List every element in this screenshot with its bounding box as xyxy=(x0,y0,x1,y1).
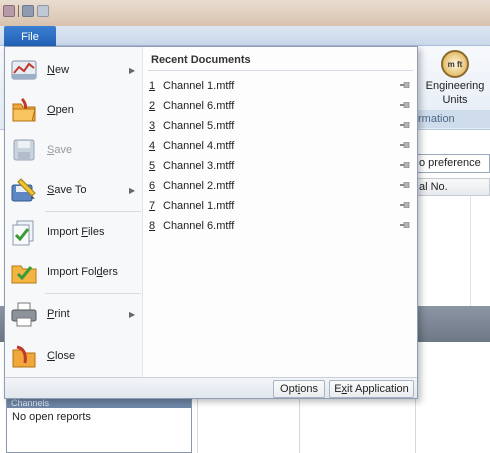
submenu-arrow-icon: ▶ xyxy=(129,185,136,195)
pin-icon[interactable] xyxy=(400,122,410,128)
recent-document-item[interactable]: 8 Channel 6.mtff xyxy=(148,216,412,236)
submenu-arrow-icon: ▶ xyxy=(129,309,136,319)
menu-item-label: Open xyxy=(47,104,74,116)
import-folders-icon xyxy=(11,265,37,284)
channels-panel: Channels No open reports xyxy=(6,398,192,453)
pin-icon[interactable] xyxy=(400,162,410,168)
recent-document-item[interactable]: 7 Channel 1.mtff xyxy=(148,196,412,216)
menu-item-import-files[interactable]: Import Files xyxy=(5,212,143,252)
open-folder-icon xyxy=(12,97,36,122)
save-to-icon xyxy=(11,178,36,202)
recent-document-number: 7 xyxy=(149,200,156,212)
recent-document-number: 6 xyxy=(149,180,156,192)
file-menu: New ▶ Open Save Save To ▶ Import Files I… xyxy=(4,46,418,399)
menu-item-print[interactable]: Print ▶ xyxy=(5,294,143,334)
menu-item-save-to[interactable]: Save To ▶ xyxy=(5,170,143,210)
menu-item-label: Print xyxy=(47,308,70,320)
menu-item-label: Close xyxy=(47,350,76,362)
table-column-header[interactable]: al No. xyxy=(412,178,490,196)
pin-icon[interactable] xyxy=(400,222,410,228)
printer-icon xyxy=(11,302,37,327)
recent-document-number: 1 xyxy=(149,80,156,92)
menu-item-open[interactable]: Open xyxy=(5,90,143,130)
engineering-units-button[interactable]: m ft Engineering Units xyxy=(421,50,489,106)
recent-document-name: Channel 4.mtff xyxy=(163,140,235,152)
recent-document-item[interactable]: 5 Channel 3.mtff xyxy=(148,156,412,176)
recent-document-number: 8 xyxy=(149,220,156,232)
recent-document-number: 5 xyxy=(149,160,156,172)
recent-document-name: Channel 1.mtff xyxy=(163,200,235,212)
options-button[interactable]: Opt i ons xyxy=(273,380,325,398)
menu-item-label: Save To xyxy=(47,184,87,196)
quick-access-toolbar xyxy=(3,5,49,17)
recent-document-name: Channel 2.mtff xyxy=(163,180,235,192)
engineering-units-icon: m ft xyxy=(441,50,469,78)
recent-document-name: Channel 5.mtff xyxy=(163,120,235,132)
recent-document-item[interactable]: 4 Channel 4.mtff xyxy=(148,136,412,156)
panel-title: Channels xyxy=(7,399,191,408)
toolbar-separator xyxy=(18,5,19,17)
new-icon xyxy=(11,60,37,80)
recent-document-number: 2 xyxy=(149,100,156,112)
submenu-arrow-icon: ▶ xyxy=(129,65,136,75)
recent-document-name: Channel 1.mtff xyxy=(163,80,235,92)
file-menu-commands: New ▶ Open Save Save To ▶ Import Files I… xyxy=(5,47,143,377)
grid-line xyxy=(470,196,471,306)
ribbon-group-label: rmation xyxy=(416,110,490,128)
ribbon-tab-strip xyxy=(0,26,490,46)
panel-empty-text: No open reports xyxy=(12,411,91,423)
close-folder-icon xyxy=(12,345,36,368)
pin-icon[interactable] xyxy=(400,142,410,148)
pin-icon[interactable] xyxy=(400,102,410,108)
recent-document-name: Channel 3.mtff xyxy=(163,160,235,172)
menu-item-label: Import Folders xyxy=(47,266,118,278)
pin-icon[interactable] xyxy=(400,202,410,208)
recent-document-item[interactable]: 1 Channel 1.mtff xyxy=(148,76,412,96)
file-tab[interactable]: File xyxy=(4,26,56,47)
menu-item-import-folders[interactable]: Import Folders xyxy=(5,252,143,292)
menu-item-label: New xyxy=(47,64,70,76)
menu-item-close[interactable]: Close xyxy=(5,336,143,376)
engineering-units-label-line1: Engineering xyxy=(425,80,485,92)
document-icon[interactable] xyxy=(37,5,49,17)
menu-item-label: Import Files xyxy=(47,226,105,238)
title-bar xyxy=(0,0,490,26)
pin-icon[interactable] xyxy=(400,182,410,188)
recent-documents-divider xyxy=(148,70,413,71)
recent-document-name: Channel 6.mtff xyxy=(163,220,235,232)
menu-item-new[interactable]: New ▶ xyxy=(5,50,143,90)
exit-application-button[interactable]: Ex it Application xyxy=(329,380,414,398)
engineering-units-label-line2: Units xyxy=(442,94,468,106)
preference-dropdown[interactable]: o preference xyxy=(412,154,490,173)
recent-documents-pane: Recent Documents 1 Channel 1.mtff 2 Chan… xyxy=(144,47,417,377)
pin-icon[interactable] xyxy=(400,82,410,88)
import-files-icon xyxy=(12,220,34,246)
file-menu-footer: Opt i ons Ex it Application xyxy=(5,377,417,398)
mail-icon[interactable] xyxy=(3,5,15,17)
recent-document-number: 4 xyxy=(149,140,156,152)
recent-document-name: Channel 6.mtff xyxy=(163,100,235,112)
recent-documents-title: Recent Documents xyxy=(151,54,251,66)
recent-document-item[interactable]: 3 Channel 5.mtff xyxy=(148,116,412,136)
recent-document-item[interactable]: 6 Channel 2.mtff xyxy=(148,176,412,196)
menu-item-save[interactable]: Save xyxy=(5,130,143,170)
save-icon xyxy=(13,139,35,161)
recent-document-number: 3 xyxy=(149,120,156,132)
recent-document-item[interactable]: 2 Channel 6.mtff xyxy=(148,96,412,116)
menu-item-label: Save xyxy=(47,144,73,156)
save-icon[interactable] xyxy=(22,5,34,17)
